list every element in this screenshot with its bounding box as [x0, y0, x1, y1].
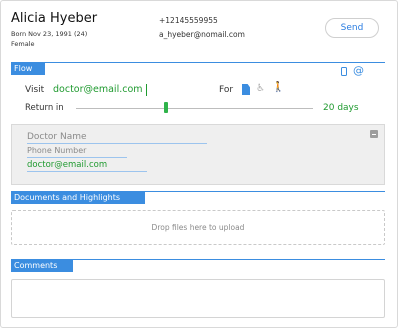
patient-birthdate: Born Nov 23, 1991 (24): [11, 30, 88, 38]
flow-section-title: Flow: [11, 63, 45, 75]
comments-section-header: Comments: [11, 259, 385, 273]
text-cursor: [146, 84, 147, 96]
doctor-email-field[interactable]: doctor@email.com: [27, 159, 147, 172]
for-label: For: [219, 85, 234, 95]
patient-name: Alicia Hyeber: [11, 11, 98, 26]
return-slider-handle[interactable]: [164, 102, 169, 113]
return-slider-track[interactable]: [76, 108, 313, 109]
phone-icon[interactable]: [341, 67, 347, 76]
patient-email: a_hyeber@nomail.com: [159, 30, 245, 39]
doctor-details-panel: Doctor Name Phone Number doctor@email.co…: [11, 124, 385, 185]
documents-section-title: Documents and Highlights: [11, 192, 145, 204]
drop-zone-text: Drop files here to upload: [151, 223, 245, 232]
comments-section-title: Comments: [11, 260, 73, 272]
email-icon[interactable]: @: [353, 64, 364, 77]
doctor-phone-field[interactable]: Phone Number: [27, 145, 127, 158]
patient-sex: Female: [11, 40, 35, 48]
visit-label: Visit: [25, 85, 45, 95]
file-drop-zone[interactable]: Drop files here to upload: [11, 210, 385, 245]
comments-textarea[interactable]: [11, 279, 385, 318]
visit-email-input[interactable]: [53, 82, 147, 96]
walking-person-icon[interactable]: 🚶: [272, 82, 284, 94]
patient-phone: +12145559955: [159, 16, 218, 25]
wheelchair-icon[interactable]: ♿: [256, 83, 265, 95]
return-in-label: Return in: [25, 103, 64, 113]
doctor-name-field[interactable]: Doctor Name: [27, 131, 207, 144]
return-value: 20 days: [323, 103, 359, 113]
flow-section-header: Flow: [11, 62, 385, 76]
documents-section-header: Documents and Highlights: [11, 191, 385, 205]
collapse-icon[interactable]: [370, 130, 378, 138]
send-button[interactable]: Send: [325, 18, 379, 38]
